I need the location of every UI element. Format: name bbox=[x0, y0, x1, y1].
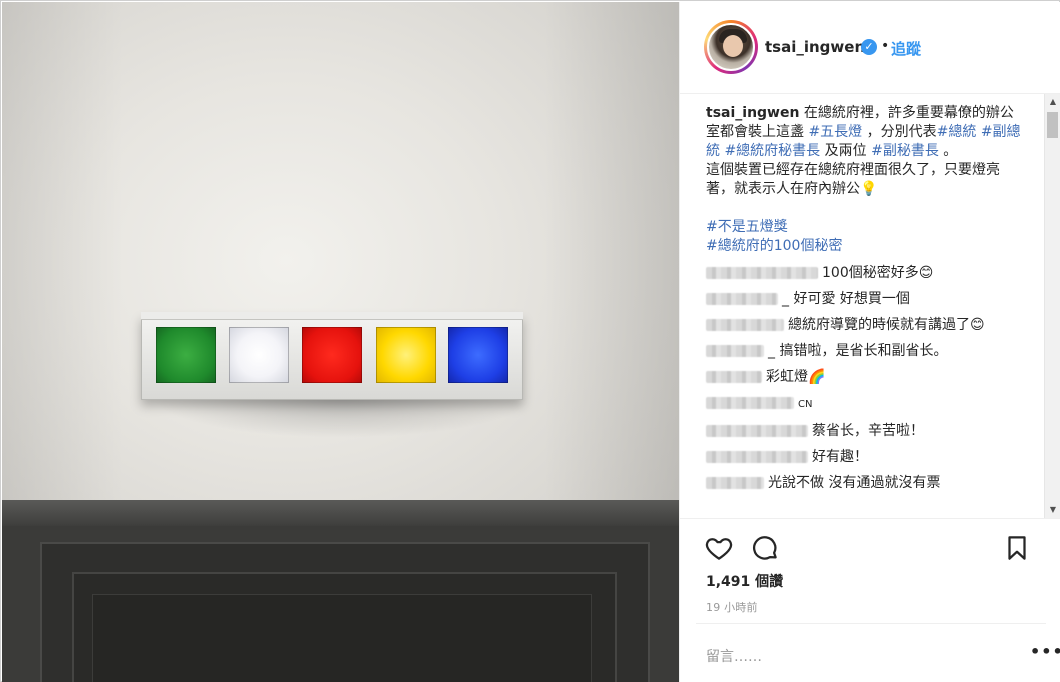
caption-gap bbox=[706, 199, 1026, 218]
caption-hashtags: #不是五燈獎 bbox=[706, 218, 1026, 237]
comment-text: _ 搞错啦，是省长和副省长。 bbox=[768, 343, 948, 359]
username-link[interactable]: tsai_ingwen bbox=[765, 38, 865, 56]
white-lamp bbox=[229, 327, 289, 383]
hashtag-link[interactable]: #總統府的100個秘密 bbox=[706, 238, 842, 254]
comments-list[interactable]: tsai_ingwen 在總統府裡，許多重要幕僚的辦公室都會裝上這盞 #五長燈 … bbox=[680, 94, 1044, 518]
avatar-story-ring[interactable] bbox=[704, 20, 758, 74]
blurred-commenter-name[interactable] bbox=[706, 451, 808, 463]
add-comment-area: 留言…… ••• bbox=[696, 623, 1060, 679]
scroll-down-arrow-icon[interactable]: ▼ bbox=[1045, 502, 1060, 518]
comment-text: 100個秘密好多😊 bbox=[822, 265, 934, 281]
comment-text: 彩虹燈🌈 bbox=[766, 369, 826, 385]
post-actions: 1,491 個讚 19 小時前 留言…… ••• bbox=[680, 518, 1060, 678]
comment-item: 光說不做 沒有通過就沒有票 bbox=[706, 474, 1044, 492]
comments-scrollbar[interactable]: ▲ ▼ bbox=[1044, 94, 1060, 518]
fixture-top-edge bbox=[141, 312, 523, 320]
comment-text: 蔡省长，辛苦啦！ bbox=[812, 423, 924, 439]
comment-text: 好有趣！ bbox=[812, 449, 868, 465]
caption-paragraph: 這個裝置已經存在總統府裡面很久了，只要燈亮著，就表示人在府內辦公💡 bbox=[706, 161, 1026, 199]
post-photo[interactable] bbox=[2, 2, 679, 682]
caption-paragraph: tsai_ingwen 在總統府裡，許多重要幕僚的辦公室都會裝上這盞 #五長燈 … bbox=[706, 104, 1026, 161]
hashtag-link[interactable]: #總統府秘書長 bbox=[724, 143, 820, 159]
avatar[interactable] bbox=[707, 23, 755, 71]
comment-text: _ 好可愛 好想買一個 bbox=[782, 291, 910, 307]
comment-text: CN bbox=[798, 399, 813, 410]
blurred-commenter-name[interactable] bbox=[706, 425, 808, 437]
caption-username[interactable]: tsai_ingwen bbox=[706, 105, 799, 121]
door-panel-core bbox=[92, 594, 592, 682]
yellow-lamp bbox=[376, 327, 436, 383]
separator-dot: • bbox=[881, 38, 890, 54]
post-side-panel: tsai_ingwen ✓ • 追蹤 tsai_ingwen 在總統府裡，許多重… bbox=[679, 2, 1060, 682]
caption-text: 。 bbox=[938, 143, 958, 159]
comment-item: _ 搞错啦，是省长和副省长。 bbox=[706, 342, 1044, 360]
blurred-commenter-name[interactable] bbox=[706, 371, 762, 383]
comment-icon[interactable] bbox=[750, 533, 780, 563]
bookmark-icon[interactable] bbox=[1002, 533, 1032, 563]
caption-text: ，分別代表 bbox=[862, 124, 937, 140]
comment-text: 總統府導覽的時候就有講過了😊 bbox=[788, 317, 985, 333]
like-count[interactable]: 1,491 個讚 bbox=[706, 571, 783, 591]
caption-text: 這個裝置已經存在總統府裡面很久了，只要燈亮著，就表示人在府內辦公 bbox=[706, 162, 1000, 197]
blurred-commenter-name[interactable] bbox=[706, 267, 818, 279]
comment-item: 蔡省长，辛苦啦！ bbox=[706, 422, 1044, 440]
blurred-commenter-name[interactable] bbox=[706, 345, 764, 357]
caption-text: 及兩位 bbox=[820, 143, 872, 159]
blurred-commenter-name[interactable] bbox=[706, 397, 794, 409]
lamp-shadow bbox=[152, 398, 532, 438]
hashtag-link[interactable]: #副秘書長 bbox=[871, 143, 939, 159]
post-caption: tsai_ingwen 在總統府裡，許多重要幕僚的辦公室都會裝上這盞 #五長燈 … bbox=[706, 104, 1026, 256]
lightbulb-emoji: 💡 bbox=[860, 181, 878, 197]
heart-icon[interactable] bbox=[704, 533, 734, 563]
hashtag-link[interactable]: #總統 bbox=[937, 124, 977, 140]
comment-item: _ 好可愛 好想買一個 bbox=[706, 290, 1044, 308]
scroll-thumb[interactable] bbox=[1047, 112, 1058, 138]
more-options-icon[interactable]: ••• bbox=[1030, 642, 1060, 661]
avatar-face bbox=[723, 35, 743, 57]
verified-icon: ✓ bbox=[861, 39, 877, 55]
comment-input[interactable]: 留言…… bbox=[706, 646, 762, 666]
blue-lamp bbox=[448, 327, 508, 383]
comment-item: 彩虹燈🌈 bbox=[706, 368, 1044, 386]
comment-text: 光說不做 沒有通過就沒有票 bbox=[768, 475, 941, 491]
hashtag-link[interactable]: #五長燈 bbox=[808, 124, 862, 140]
blurred-commenter-name[interactable] bbox=[706, 319, 784, 331]
comment-item: 總統府導覽的時候就有講過了😊 bbox=[706, 316, 1044, 334]
red-lamp bbox=[302, 327, 362, 383]
door-lintel bbox=[2, 500, 679, 526]
comment-item: CN bbox=[706, 394, 1044, 414]
post-timestamp[interactable]: 19 小時前 bbox=[706, 599, 758, 615]
post-header: tsai_ingwen ✓ • 追蹤 bbox=[680, 2, 1060, 94]
comment-item: 好有趣！ bbox=[706, 448, 1044, 466]
comment-item: 100個秘密好多😊 bbox=[706, 264, 1044, 282]
blurred-commenter-name[interactable] bbox=[706, 293, 778, 305]
blurred-commenter-name[interactable] bbox=[706, 477, 764, 489]
green-lamp bbox=[156, 327, 216, 383]
instagram-post-window: tsai_ingwen ✓ • 追蹤 tsai_ingwen 在總統府裡，許多重… bbox=[0, 0, 1060, 682]
follow-button[interactable]: 追蹤 bbox=[891, 38, 921, 59]
hashtag-link[interactable]: #不是五燈獎 bbox=[706, 219, 788, 235]
caption-hashtags: #總統府的100個秘密 bbox=[706, 237, 1026, 256]
scroll-up-arrow-icon[interactable]: ▲ bbox=[1045, 94, 1060, 110]
